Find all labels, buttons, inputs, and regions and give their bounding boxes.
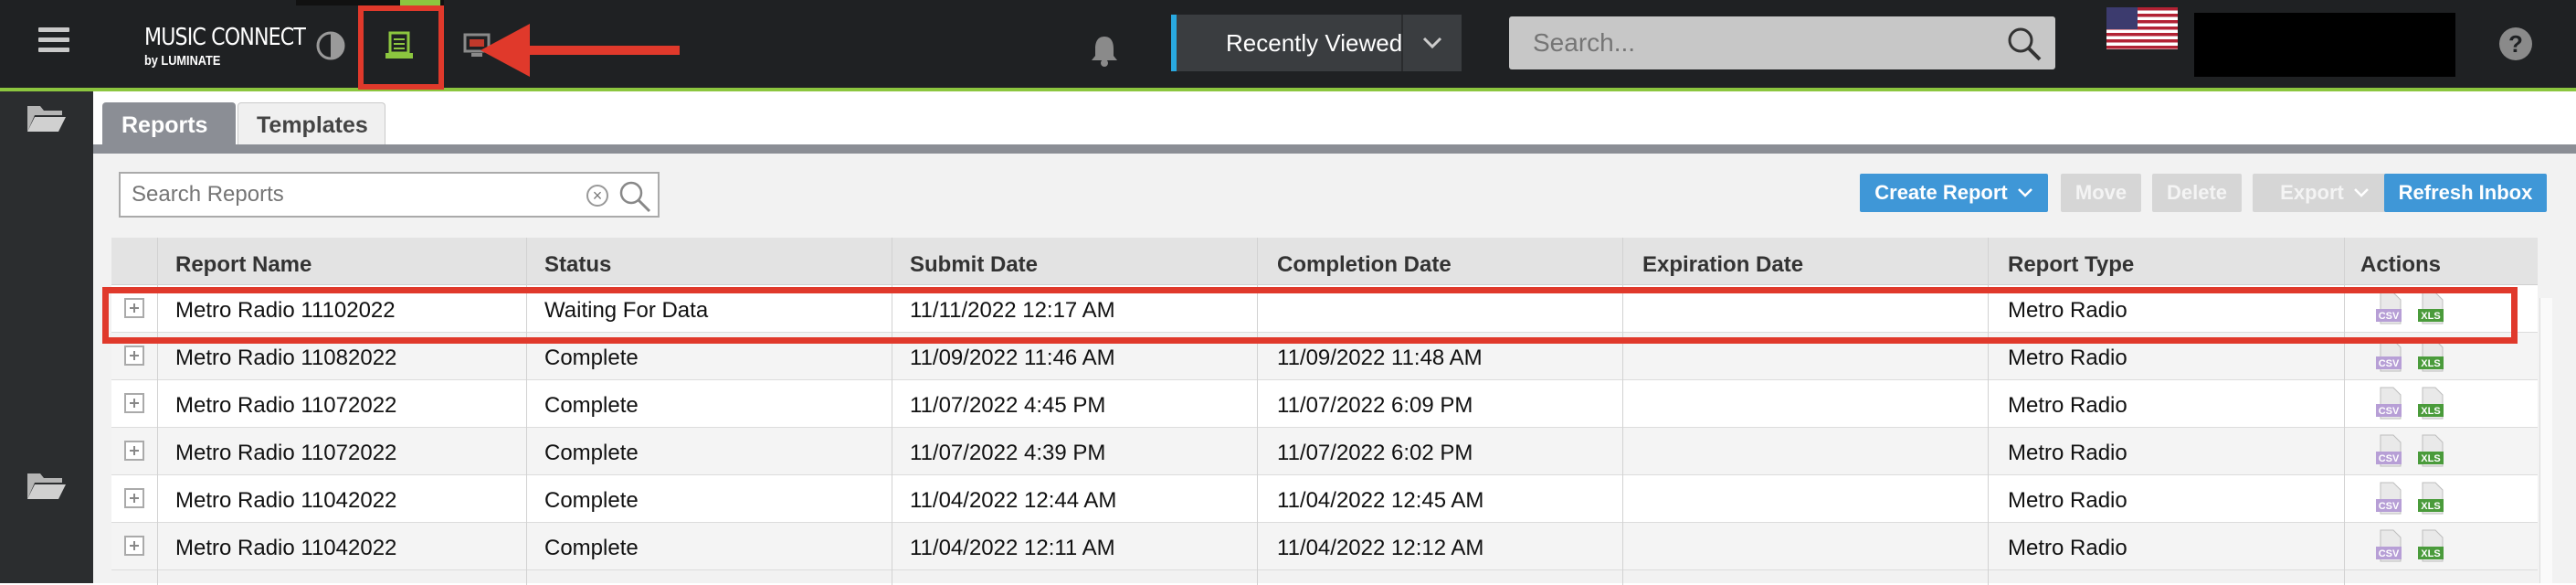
cell-type: Metro Radio bbox=[2008, 488, 2127, 513]
search-reports: × bbox=[119, 172, 660, 218]
cell-status: Complete bbox=[544, 393, 639, 418]
cell-submit: 11/04/2022 12:11 AM bbox=[910, 536, 1115, 560]
column-header-actions: Actions bbox=[2360, 252, 2442, 277]
cell-submit: 11/07/2022 4:45 PM bbox=[910, 393, 1106, 418]
svg-text:CSV: CSV bbox=[2379, 453, 2400, 464]
tab-reports[interactable]: Reports bbox=[102, 102, 236, 144]
folder-open-icon[interactable] bbox=[26, 470, 68, 501]
search-icon[interactable] bbox=[618, 179, 652, 218]
cell-type: Metro Radio bbox=[2008, 536, 2127, 560]
expand-row-icon[interactable] bbox=[124, 536, 144, 556]
recently-viewed-dropdown[interactable]: Recently Viewed bbox=[1171, 15, 1462, 71]
logo-subtitle: by LUMINATE bbox=[144, 53, 221, 69]
cell-name: Metro Radio 11082022 bbox=[175, 346, 397, 370]
tab-underline-bar bbox=[93, 144, 2576, 154]
cell-submit: 11/04/2022 12:44 AM bbox=[910, 488, 1117, 513]
tab-templates[interactable]: Templates bbox=[238, 102, 385, 144]
search-icon[interactable] bbox=[2006, 26, 2043, 67]
move-button[interactable]: Move bbox=[2061, 174, 2141, 212]
cell-status: Complete bbox=[544, 488, 639, 513]
create-report-label: Create Report bbox=[1874, 181, 2008, 204]
left-sidebar bbox=[0, 91, 93, 583]
cell-completion: 11/04/2022 12:12 AM bbox=[1277, 536, 1484, 560]
dashboard-pie-icon[interactable] bbox=[312, 27, 349, 64]
svg-text:XLS: XLS bbox=[2421, 358, 2440, 369]
cell-type: Metro Radio bbox=[2008, 346, 2127, 370]
cell-completion: 11/09/2022 11:48 AM bbox=[1277, 346, 1483, 370]
xls-download-icon[interactable]: XLS bbox=[2417, 481, 2446, 516]
svg-text:XLS: XLS bbox=[2421, 548, 2440, 559]
table-row[interactable]: Metro Radio 11072022 Complete 11/07/2022 4… bbox=[111, 428, 2538, 475]
global-search bbox=[1509, 16, 2055, 69]
cell-status: Complete bbox=[544, 536, 639, 560]
svg-text:CSV: CSV bbox=[2379, 406, 2400, 417]
dropdown-separator bbox=[1401, 15, 1403, 71]
recently-viewed-label: Recently Viewed bbox=[1226, 29, 1403, 57]
svg-text:CSV: CSV bbox=[2379, 501, 2400, 512]
refresh-inbox-button[interactable]: Refresh Inbox bbox=[2384, 174, 2547, 212]
red-arrow-annotation bbox=[480, 24, 680, 77]
export-label: Export bbox=[2280, 181, 2344, 204]
column-header-expiration-date[interactable]: Expiration Date bbox=[1642, 252, 1803, 278]
svg-text:XLS: XLS bbox=[2421, 501, 2440, 512]
cell-status: Complete bbox=[544, 441, 639, 465]
column-header-report-type[interactable]: Report Type bbox=[2008, 252, 2134, 278]
cell-completion: 11/04/2022 12:45 AM bbox=[1277, 488, 1484, 513]
xls-download-icon[interactable]: XLS bbox=[2417, 386, 2446, 420]
xls-download-icon[interactable]: XLS bbox=[2417, 433, 2446, 468]
cell-status: Complete bbox=[544, 346, 639, 370]
table-row[interactable]: Metro Radio 11042022 Complete 11/04/2022 1… bbox=[111, 475, 2538, 523]
expand-row-icon[interactable] bbox=[124, 393, 144, 413]
clear-search-icon[interactable]: × bbox=[586, 185, 608, 207]
column-header-status[interactable]: Status bbox=[544, 252, 611, 278]
svg-text:CSV: CSV bbox=[2379, 358, 2400, 369]
app-logo[interactable]: MUSIC CONNECT by LUMINATE bbox=[144, 24, 333, 69]
highlight-box-reports-icon bbox=[358, 5, 444, 90]
expand-row-icon[interactable] bbox=[124, 441, 144, 461]
chevron-down-icon bbox=[2017, 188, 2032, 197]
svg-text:CSV: CSV bbox=[2379, 548, 2400, 559]
cell-submit: 11/09/2022 11:46 AM bbox=[910, 346, 1115, 370]
notifications-bell-icon[interactable] bbox=[1089, 33, 1120, 68]
xls-download-icon[interactable]: XLS bbox=[2417, 528, 2446, 563]
hamburger-menu-icon[interactable] bbox=[38, 27, 69, 55]
column-header-report-name[interactable]: Report Name bbox=[175, 252, 311, 278]
csv-download-icon[interactable]: CSV bbox=[2375, 386, 2404, 420]
chevron-down-icon bbox=[2353, 188, 2369, 197]
redacted-user-account[interactable] bbox=[2194, 13, 2455, 77]
table-row[interactable]: Metro Radio 11042022 Complete 11/04/2022 1… bbox=[111, 523, 2538, 570]
csv-download-icon[interactable]: CSV bbox=[2375, 481, 2404, 516]
cell-name: Metro Radio 11072022 bbox=[175, 393, 397, 418]
expand-row-icon[interactable] bbox=[124, 346, 144, 366]
global-search-input[interactable] bbox=[1509, 16, 1984, 69]
table-header: Report Name Status Submit Date Completio… bbox=[111, 238, 2538, 285]
folder-open-icon[interactable] bbox=[26, 102, 68, 133]
create-report-button[interactable]: Create Report bbox=[1860, 174, 2048, 212]
logo-title: MUSIC CONNECT bbox=[144, 24, 306, 51]
cell-name: Metro Radio 11042022 bbox=[175, 488, 397, 513]
cell-submit: 11/07/2022 4:39 PM bbox=[910, 441, 1106, 465]
us-flag-icon[interactable] bbox=[2106, 7, 2178, 49]
csv-download-icon[interactable]: CSV bbox=[2375, 528, 2404, 563]
cell-completion: 11/07/2022 6:02 PM bbox=[1277, 441, 1473, 465]
svg-text:XLS: XLS bbox=[2421, 453, 2440, 464]
chevron-down-icon bbox=[1421, 31, 1443, 59]
table-row[interactable]: Metro Radio 11072022 Complete 11/07/2022 4… bbox=[111, 380, 2538, 428]
export-button[interactable]: Export bbox=[2253, 174, 2397, 212]
delete-button[interactable]: Delete bbox=[2152, 174, 2242, 212]
svg-text:XLS: XLS bbox=[2421, 406, 2440, 417]
highlight-box-first-row bbox=[102, 287, 2518, 344]
cell-type: Metro Radio bbox=[2008, 393, 2127, 418]
cell-type: Metro Radio bbox=[2008, 441, 2127, 465]
cell-completion: 11/07/2022 6:09 PM bbox=[1277, 393, 1473, 418]
column-header-submit-date[interactable]: Submit Date bbox=[910, 252, 1038, 278]
cell-name: Metro Radio 11042022 bbox=[175, 536, 397, 560]
search-reports-input[interactable] bbox=[121, 174, 577, 216]
column-header-completion-date[interactable]: Completion Date bbox=[1277, 252, 1452, 278]
help-icon[interactable]: ? bbox=[2499, 27, 2532, 60]
expand-row-icon[interactable] bbox=[124, 488, 144, 508]
table-scrollbar[interactable] bbox=[2539, 298, 2552, 583]
csv-download-icon[interactable]: CSV bbox=[2375, 433, 2404, 468]
cell-name: Metro Radio 11072022 bbox=[175, 441, 397, 465]
